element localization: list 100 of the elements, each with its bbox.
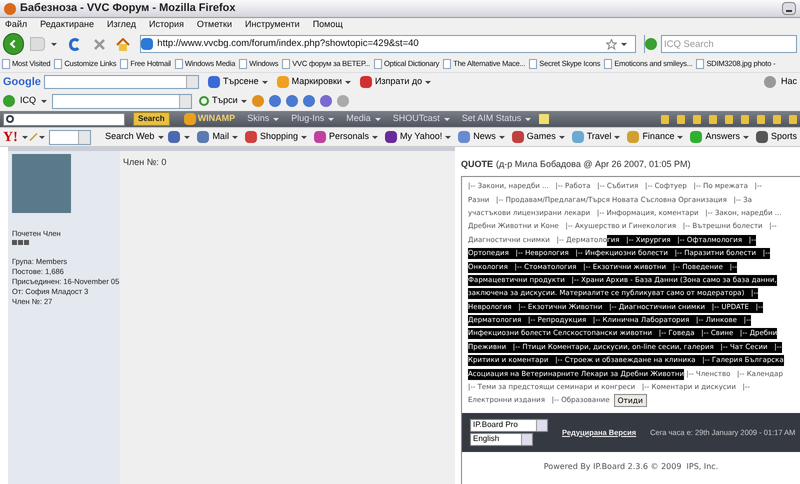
- app-icon: [244, 131, 257, 143]
- caret-icon: [232, 136, 238, 138]
- toolbar-icon: [276, 76, 289, 88]
- window-title: Бабезноза - VVC Форум - Mozilla Firefox: [20, 1, 236, 16]
- forward-button[interactable]: [30, 37, 45, 51]
- toolbar-button[interactable]: Търси: [212, 94, 238, 108]
- toolbar-button[interactable]: Търсене: [223, 75, 259, 89]
- caret-icon: [614, 136, 620, 138]
- site-icon: [141, 38, 154, 50]
- page-icon: [282, 59, 290, 69]
- toolbar-icon: [286, 95, 298, 107]
- search-icon: [6, 115, 14, 123]
- menu-item[interactable]: Отметки: [196, 18, 232, 32]
- caret-icon: [240, 100, 247, 102]
- quote-label: QUOTE: [461, 158, 494, 171]
- caret-icon: [558, 136, 565, 138]
- address-field[interactable]: http://www.vvcbg.com/forum/index.php?showtopic=429&st=40: [140, 35, 636, 53]
- menu-item[interactable]: Инструменти: [245, 18, 300, 32]
- member-number: Член №: 0: [123, 156, 168, 169]
- powered-by-text: Powered By IP.Board 2.3.6 © 2009 IPS, Inc.: [542, 460, 720, 473]
- toolbar-button[interactable]: Mail: [212, 130, 229, 144]
- search-icon: [199, 96, 210, 106]
- caret-icon: [621, 42, 627, 46]
- page-icon: [2, 59, 10, 69]
- toolbar-button[interactable]: ICQ: [20, 94, 36, 108]
- toolbar-button[interactable]: My Yahoo!: [400, 130, 442, 144]
- menu-item[interactable]: Редактиране: [40, 18, 94, 32]
- page-icon: [529, 59, 538, 69]
- caret-icon: [328, 118, 334, 120]
- toolbar-button[interactable]: Games: [526, 130, 556, 144]
- toolbar-icon: [336, 95, 349, 107]
- page-icon: [120, 59, 128, 69]
- app-icon: [314, 131, 326, 143]
- search-field[interactable]: [48, 130, 92, 144]
- toolbar-menu[interactable]: SHOUTcast: [392, 112, 440, 126]
- stop-icon[interactable]: [93, 38, 106, 50]
- caret-icon: [498, 136, 505, 138]
- caret-icon: [374, 118, 381, 120]
- search-field[interactable]: [52, 94, 192, 108]
- minimize-button[interactable]: [782, 2, 796, 15]
- caret-icon: [50, 42, 57, 46]
- page-icon: [604, 59, 612, 69]
- search-button[interactable]: Search: [133, 112, 170, 126]
- app-icon: [197, 131, 210, 143]
- page-icon: [174, 59, 183, 69]
- toolbar-button[interactable]: Personals: [329, 130, 370, 144]
- page-icon: [374, 59, 382, 69]
- caret-icon: [301, 136, 307, 138]
- skin-select[interactable]: IP.Board Pro: [470, 418, 548, 432]
- toolbar-menu[interactable]: Set AIM Status: [462, 112, 522, 126]
- quote-source: (д-р Мила Бобадова @ Apr 26 2007, 01:05 PM): [496, 158, 691, 171]
- app-icon: [512, 131, 524, 143]
- menu-item[interactable]: Файл: [5, 18, 28, 32]
- caret-icon: [444, 118, 450, 120]
- back-button[interactable]: [3, 33, 24, 55]
- language-select[interactable]: English: [470, 432, 533, 446]
- toolbar-button[interactable]: Маркировки: [292, 75, 342, 89]
- search-field[interactable]: [3, 112, 125, 126]
- app-icon: [627, 131, 640, 143]
- caret-icon: [41, 100, 48, 102]
- toolbar-menu[interactable]: Plug-Ins: [291, 112, 324, 126]
- search-field[interactable]: ICQ Search: [661, 35, 797, 53]
- toolbar-button[interactable]: Sports: [770, 130, 797, 144]
- toolbar-menu[interactable]: Media: [346, 112, 371, 126]
- toolbar-menu[interactable]: Skins: [247, 112, 270, 126]
- caret-icon: [425, 80, 432, 84]
- plus-icon[interactable]: [539, 114, 550, 124]
- toolbar-button[interactable]: Нас: [780, 75, 797, 89]
- toolbar-button[interactable]: Search Web: [105, 130, 154, 144]
- page-icon: [54, 59, 62, 69]
- toolbar-button[interactable]: Finance: [642, 130, 674, 144]
- star-icon[interactable]: [606, 38, 617, 50]
- caret-icon: [273, 118, 280, 120]
- caret-icon: [344, 80, 351, 84]
- toolbar-icon: [360, 76, 372, 88]
- yahoo-logo: Y!: [3, 128, 18, 146]
- app-icon: [572, 131, 584, 143]
- caret-icon: [525, 118, 532, 120]
- app-icon: [458, 131, 470, 143]
- search-field[interactable]: [44, 75, 199, 89]
- menu-item[interactable]: Помощ: [312, 18, 343, 32]
- toolbar-button[interactable]: Shopping: [260, 130, 298, 144]
- reload-icon[interactable]: [68, 38, 82, 50]
- toolbar-icon: [302, 95, 315, 107]
- app-icon: [690, 131, 702, 143]
- page-icon: [443, 59, 452, 69]
- menu-item[interactable]: История: [149, 18, 184, 32]
- toolbar-button[interactable]: Answers: [705, 130, 740, 144]
- toolbar-button[interactable]: Изпрати до: [374, 75, 422, 89]
- caret-icon: [742, 136, 749, 138]
- page-icon: [696, 59, 704, 69]
- app-icon: [385, 131, 398, 143]
- toolbar-button[interactable]: News: [473, 130, 496, 144]
- photo-placeholder: [12, 154, 71, 213]
- toolbar-button[interactable]: Travel: [586, 130, 612, 144]
- caret-icon: [184, 136, 190, 138]
- caret-icon: [677, 136, 684, 138]
- caret-icon: [372, 136, 378, 138]
- home-icon[interactable]: [116, 38, 130, 50]
- menu-item[interactable]: Изглед: [107, 18, 136, 32]
